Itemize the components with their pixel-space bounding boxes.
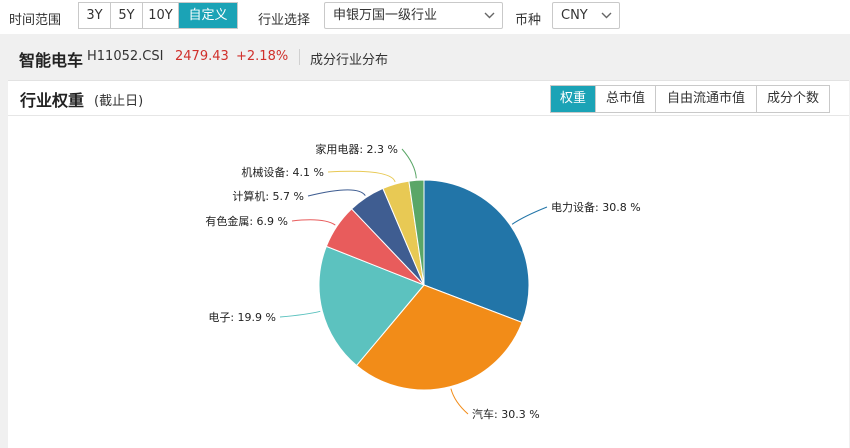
pie-label-slice-4: 有色金属: 6.9 % <box>205 214 288 228</box>
industry-label: 行业选择 <box>258 13 311 28</box>
time-5y-button[interactable]: 5Y <box>111 3 143 28</box>
time-range-selector: 3Y 5Y 10Y 自定义 <box>78 2 238 29</box>
leader-line-slice-3 <box>279 310 321 318</box>
panel-header: 行业权重 (截止日) 权重 总市值 自由流通市值 成分个数 <box>8 81 849 116</box>
tab-weight[interactable]: 权重 <box>551 86 596 112</box>
industry-select-value: 申银万国一级行业 <box>333 8 438 23</box>
industry-weight-panel: 行业权重 (截止日) 权重 总市值 自由流通市值 成分个数 电力设备: 30.8… <box>8 80 849 448</box>
time-range-label: 时间范围 <box>9 13 62 28</box>
chevron-down-icon <box>484 3 495 28</box>
toolbar: 时间范围 3Y 5Y 10Y 自定义 行业选择 申银万国一级行业 币种 CNY <box>0 0 850 34</box>
index-change: +2.18% <box>236 49 289 64</box>
panel-title: 行业权重 <box>20 91 85 110</box>
pie-label-slice-7: 家用电器: 2.3 % <box>315 142 398 156</box>
industry-pie-chart: 电力设备: 30.8 % 汽车: 30.3 % 电子: 19.9 % 有色金属: 6.… <box>205 142 641 421</box>
time-custom-button[interactable]: 自定义 <box>179 3 237 28</box>
index-header: 智能电车 H11052.CSI 2479.43 +2.18% 成分行业分布 <box>0 40 850 72</box>
currency-label: 币种 <box>515 13 542 28</box>
pie-label-slice-6: 机械设备: 4.1 % <box>241 165 324 179</box>
leader-line-slice-2 <box>450 388 469 415</box>
leader-line-slice-5 <box>307 189 366 197</box>
currency-select-value: CNY <box>561 8 588 23</box>
leader-line-slice-6 <box>327 170 396 183</box>
tab-constituent-count[interactable]: 成分个数 <box>757 86 829 112</box>
pie-label-slice-1: 电力设备: 30.8 % <box>551 200 641 214</box>
currency-select[interactable]: CNY <box>552 2 620 29</box>
panel-subtitle: (截止日) <box>94 94 144 109</box>
chevron-down-icon <box>601 3 612 28</box>
leader-line-slice-7 <box>401 148 417 179</box>
tab-free-float-market-cap[interactable]: 自由流通市值 <box>656 86 757 112</box>
tab-industry-distribution[interactable]: 成分行业分布 <box>310 49 388 68</box>
pie-label-slice-2: 汽车: 30.3 % <box>472 407 540 421</box>
pie-label-slice-5: 计算机: 5.7 % <box>232 189 304 203</box>
leader-line-slice-4 <box>291 219 336 226</box>
index-price: 2479.43 <box>175 49 229 64</box>
pie-label-slice-3: 电子: 19.9 % <box>208 311 276 324</box>
time-3y-button[interactable]: 3Y <box>79 3 111 28</box>
time-10y-button[interactable]: 10Y <box>143 3 179 28</box>
index-name: 智能电车 <box>19 51 84 70</box>
leader-line-slice-1 <box>511 206 548 225</box>
industry-select[interactable]: 申银万国一级行业 <box>324 2 503 29</box>
index-code: H11052.CSI <box>87 49 164 64</box>
metric-tabs: 权重 总市值 自由流通市值 成分个数 <box>550 85 830 113</box>
divider <box>299 49 300 65</box>
tab-total-market-cap[interactable]: 总市值 <box>596 86 656 112</box>
